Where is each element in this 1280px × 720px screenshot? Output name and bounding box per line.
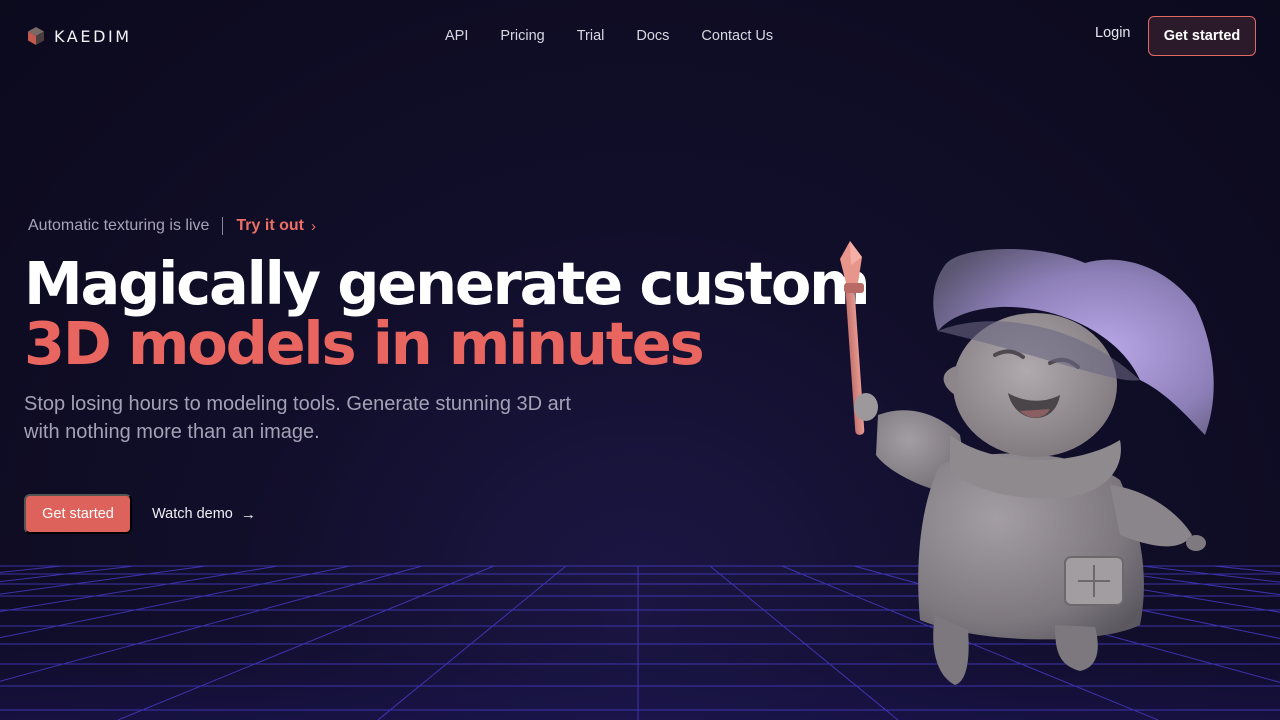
announcement-bar: Automatic texturing is live Try it out ›: [28, 216, 316, 236]
header-get-started-button[interactable]: Get started: [1148, 16, 1256, 56]
nav-link-trial[interactable]: Trial: [577, 28, 605, 44]
arrow-right-icon: →: [240, 505, 256, 523]
try-it-out-link[interactable]: Try it out: [236, 217, 304, 235]
site-header: KAEDIM API Pricing Trial Docs Contact Us…: [0, 0, 1280, 72]
nav-link-docs[interactable]: Docs: [636, 28, 669, 44]
watch-demo-link[interactable]: Watch demo →: [152, 504, 256, 524]
hero-title-line2: 3D models in minutes: [24, 309, 705, 378]
landing-page: KAEDIM API Pricing Trial Docs Contact Us…: [0, 0, 1280, 720]
chevron-right-icon[interactable]: ›: [311, 218, 316, 235]
announcement-divider: [222, 217, 224, 235]
cube-logo-icon: [28, 27, 44, 45]
hero-title-line1: Magically generate custom: [24, 249, 871, 318]
announcement-text: Automatic texturing is live: [28, 217, 210, 234]
nav-link-pricing[interactable]: Pricing: [500, 28, 544, 44]
login-link[interactable]: Login: [1095, 25, 1130, 41]
watch-demo-label: Watch demo: [152, 506, 233, 522]
brand-name: KAEDIM: [54, 26, 132, 46]
brand-logo[interactable]: KAEDIM: [26, 25, 132, 47]
nav-link-contact[interactable]: Contact Us: [701, 28, 773, 44]
hero-title: Magically generate custom 3D models in m…: [24, 249, 871, 378]
wizard-character-illustration: [840, 241, 1214, 685]
main-nav: API Pricing Trial Docs Contact Us: [445, 25, 773, 47]
nav-link-api[interactable]: API: [445, 28, 468, 44]
hero-subtitle: Stop losing hours to modeling tools. Gen…: [24, 393, 571, 443]
hero-get-started-button[interactable]: Get started: [24, 494, 132, 534]
